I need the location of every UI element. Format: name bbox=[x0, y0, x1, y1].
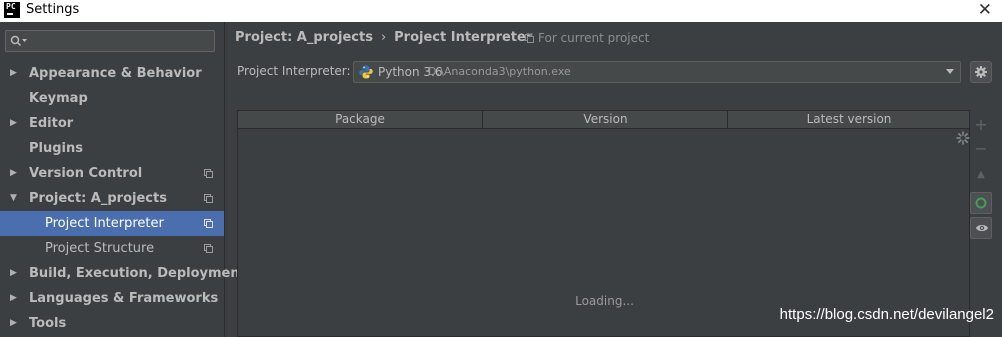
scope-note-text: For current project bbox=[538, 31, 650, 45]
sidebar-item-label: Build, Execution, Deployment bbox=[29, 266, 246, 281]
upgrade-package-button[interactable]: ▲ bbox=[970, 164, 992, 186]
collapse-arrow-icon[interactable]: ▼ bbox=[10, 186, 20, 211]
expand-arrow-icon[interactable]: ▶ bbox=[10, 261, 20, 286]
column-header-package[interactable]: Package bbox=[238, 111, 482, 128]
interpreter-settings-button[interactable] bbox=[970, 61, 992, 83]
project-scope-icon bbox=[204, 169, 213, 178]
project-scope-icon bbox=[204, 194, 213, 203]
breadcrumb-separator: › bbox=[380, 30, 387, 45]
use-conda-button[interactable] bbox=[970, 192, 992, 214]
sidebar-item-project-structure[interactable]: Project Structure bbox=[0, 236, 224, 261]
sidebar-item-label: Appearance & Behavior bbox=[29, 66, 202, 81]
packages-table: Package Version Latest version Loading..… bbox=[237, 110, 970, 337]
project-scope-icon bbox=[525, 34, 534, 43]
search-icon bbox=[10, 35, 27, 47]
loading-spinner-icon bbox=[956, 131, 970, 145]
dropdown-arrow-icon[interactable] bbox=[946, 69, 954, 74]
project-scope-icon bbox=[204, 219, 213, 228]
settings-sidebar: ▶ Appearance & Behavior Keymap ▶ Editor … bbox=[0, 22, 246, 337]
search-input[interactable] bbox=[32, 32, 216, 52]
sidebar-item-tools[interactable]: ▶ Tools bbox=[0, 311, 224, 336]
sidebar-item-label: Editor bbox=[29, 116, 74, 131]
expand-arrow-icon[interactable]: ▶ bbox=[10, 311, 20, 336]
sidebar-item-label: Languages & Frameworks bbox=[29, 291, 219, 306]
sidebar-item-project-interpreter[interactable]: Project Interpreter bbox=[0, 211, 224, 236]
expand-arrow-icon[interactable]: ▶ bbox=[10, 61, 20, 86]
show-early-releases-button[interactable] bbox=[970, 217, 992, 239]
remove-package-button[interactable]: − bbox=[970, 138, 992, 160]
sidebar-item-label: Plugins bbox=[29, 141, 83, 156]
breadcrumb-parent: Project: A_projects bbox=[235, 30, 373, 45]
sidebar-item-appearance-behavior[interactable]: ▶ Appearance & Behavior bbox=[0, 61, 224, 86]
expand-arrow-icon[interactable]: ▶ bbox=[10, 111, 20, 136]
python-icon bbox=[359, 65, 373, 79]
conda-ring-icon bbox=[975, 197, 987, 209]
sidebar-item-label: Project: A_projects bbox=[29, 191, 167, 206]
sidebar-item-plugins[interactable]: Plugins bbox=[0, 136, 224, 161]
window-title: Settings bbox=[26, 2, 80, 17]
sidebar-item-label: Project Structure bbox=[45, 241, 155, 256]
pycharm-logo-icon: PC bbox=[4, 2, 20, 18]
scope-note: For current project bbox=[525, 31, 649, 45]
watermark: https://blog.csdn.net/devilangel2 bbox=[779, 306, 994, 323]
sidebar-item-build-execution-deployment[interactable]: ▶ Build, Execution, Deployment bbox=[0, 261, 246, 286]
eye-icon bbox=[976, 225, 988, 231]
breadcrumb: Project: A_projects › Project Interpreter bbox=[235, 30, 532, 45]
table-header: Package Version Latest version bbox=[238, 111, 969, 129]
sidebar-item-editor[interactable]: ▶ Editor bbox=[0, 111, 224, 136]
sidebar-item-project[interactable]: ▼ Project: A_projects bbox=[0, 186, 224, 211]
column-header-latest-version[interactable]: Latest version bbox=[727, 111, 970, 128]
sidebar-item-label: Keymap bbox=[29, 91, 88, 106]
close-icon[interactable]: ✕ bbox=[978, 0, 992, 20]
settings-search-box[interactable] bbox=[5, 30, 216, 52]
interpreter-path: D:\Anaconda3\python.exe bbox=[428, 65, 571, 78]
project-scope-icon bbox=[204, 244, 213, 253]
sidebar-item-keymap[interactable]: Keymap bbox=[0, 86, 224, 111]
sidebar-item-languages-frameworks[interactable]: ▶ Languages & Frameworks bbox=[0, 286, 224, 311]
sidebar-item-version-control[interactable]: ▶ Version Control bbox=[0, 161, 224, 186]
breadcrumb-current: Project Interpreter bbox=[394, 30, 533, 45]
expand-arrow-icon[interactable]: ▶ bbox=[10, 286, 20, 311]
sidebar-item-label: Tools bbox=[29, 316, 67, 331]
add-package-button[interactable]: + bbox=[970, 114, 992, 136]
expand-arrow-icon[interactable]: ▶ bbox=[10, 161, 20, 186]
interpreter-dropdown[interactable]: Python 3.6 D:\Anaconda3\python.exe bbox=[353, 61, 961, 83]
packages-toolbar: + − ▲ bbox=[970, 110, 992, 337]
column-header-version[interactable]: Version bbox=[482, 111, 728, 128]
settings-main-panel: Project: A_projects › Project Interpreter … bbox=[225, 22, 1002, 337]
sidebar-item-label: Version Control bbox=[29, 166, 143, 181]
sidebar-item-label: Project Interpreter bbox=[45, 216, 164, 231]
gear-icon bbox=[975, 66, 987, 78]
interpreter-label: Project Interpreter: bbox=[237, 64, 351, 78]
title-bar: PC Settings ✕ bbox=[0, 0, 1002, 22]
